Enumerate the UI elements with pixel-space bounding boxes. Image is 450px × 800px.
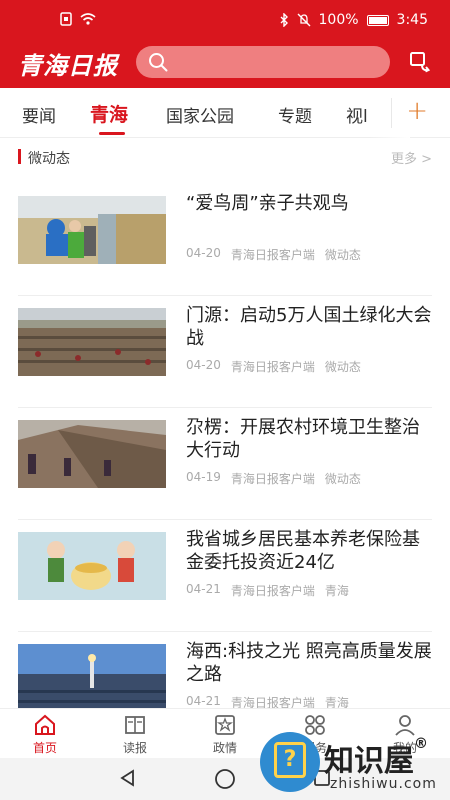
nav-home[interactable]: 首页 <box>15 713 75 756</box>
refresh-screen-icon[interactable] <box>408 50 432 74</box>
battery-percent: 100% <box>318 12 359 28</box>
news-date: 04-21 <box>186 582 221 596</box>
status-left <box>60 12 96 26</box>
news-thumbnail <box>18 644 166 712</box>
tab-national-park[interactable]: 国家公园 <box>166 102 234 127</box>
tabs-divider <box>391 98 392 128</box>
government-icon <box>215 715 235 735</box>
news-thumbnail <box>18 532 166 600</box>
news-item[interactable]: “爱鸟周”亲子共观鸟 04-20 青海日报客户端 微动态 <box>18 184 432 296</box>
wifi-icon <box>80 13 96 25</box>
nav-government-label: 政情 <box>212 741 237 755</box>
mute-icon <box>297 13 311 27</box>
nav-read[interactable]: 读报 <box>105 713 165 756</box>
tab-qinghai[interactable]: 青海 <box>90 100 128 127</box>
news-date: 04-20 <box>186 246 221 260</box>
news-item[interactable]: 尕楞：开展农村环境卫生整治大行动 04-19 青海日报客户端 微动态 <box>18 408 432 520</box>
news-meta: 04-20 青海日报客户端 微动态 <box>186 246 361 263</box>
tab-special[interactable]: 专题 <box>278 102 312 127</box>
news-tag: 微动态 <box>324 360 361 374</box>
home-circle-icon[interactable] <box>214 768 236 790</box>
news-date: 04-19 <box>186 470 221 484</box>
news-title: 我省城乡居民基本养老保险基金委托投资近24亿 <box>186 529 420 573</box>
news-title: “爱鸟周”亲子共观鸟 <box>186 193 349 214</box>
tab-yaowen[interactable]: 要闻 <box>22 102 56 127</box>
news-meta: 04-20 青海日报客户端 微动态 <box>186 358 361 375</box>
clock: 3:45 <box>396 12 428 28</box>
add-channel-button[interactable]: + <box>406 96 428 126</box>
app-logo: 青海日报 <box>18 51 118 80</box>
more-link[interactable]: 更多 > <box>391 148 432 167</box>
section-title: 微动态 <box>28 151 70 167</box>
tabs-fade <box>370 88 410 138</box>
news-item[interactable]: 门源：启动5万人国土绿化大会战 04-20 青海日报客户端 微动态 <box>18 296 432 408</box>
app-header: 100% 3:45 青海日报 <box>0 0 450 88</box>
sim-icon <box>60 12 72 26</box>
news-source: 青海日报客户端 <box>230 360 315 374</box>
nav-read-label: 读报 <box>122 741 147 755</box>
news-thumbnail <box>18 420 166 488</box>
home-icon <box>35 714 55 735</box>
news-tag: 微动态 <box>324 472 361 486</box>
news-tag: 青海 <box>324 584 349 598</box>
status-bar: 100% 3:45 <box>0 0 450 40</box>
back-icon[interactable] <box>118 768 138 788</box>
news-meta: 04-21 青海日报客户端 青海 <box>186 582 349 599</box>
news-thumbnail <box>18 196 166 264</box>
news-title: 尕楞：开展农村环境卫生整治大行动 <box>186 417 420 461</box>
news-source: 青海日报客户端 <box>230 584 315 598</box>
search-icon <box>149 53 168 72</box>
status-right: 100% 3:45 <box>279 12 428 28</box>
section-header: 微动态 更多 > <box>18 146 432 168</box>
nav-home-label: 首页 <box>32 741 57 755</box>
watermark: ? 知识屋® zhishiwu.com <box>260 732 450 800</box>
news-source: 青海日报客户端 <box>230 248 315 262</box>
news-date: 04-20 <box>186 358 221 372</box>
news-tag: 微动态 <box>324 248 361 262</box>
watermark-badge: ? <box>260 732 320 792</box>
watermark-url: zhishiwu.com <box>330 776 437 792</box>
news-item[interactable]: 我省城乡居民基本养老保险基金委托投资近24亿 04-21 青海日报客户端 青海 <box>18 520 432 632</box>
bluetooth-icon <box>280 13 288 27</box>
news-title: 门源：启动5万人国土绿化大会战 <box>186 305 432 349</box>
news-title: 海西:科技之光 照亮高质量发展之路 <box>186 641 432 685</box>
search-input[interactable] <box>136 46 390 78</box>
battery-icon <box>366 14 389 26</box>
newspaper-icon <box>125 716 145 734</box>
section-accent-bar <box>18 149 21 164</box>
nav-government[interactable]: 政情 <box>195 713 255 756</box>
news-thumbnail <box>18 308 166 376</box>
news-source: 青海日报客户端 <box>230 472 315 486</box>
active-tab-indicator <box>99 132 125 135</box>
tab-video[interactable]: 视l <box>346 102 368 127</box>
watermark-title: 知识屋 <box>324 744 414 779</box>
watermark-reg: ® <box>414 736 428 752</box>
watermark-text: 知识屋® <box>324 736 428 780</box>
question-icon: ? <box>274 742 306 778</box>
news-meta: 04-19 青海日报客户端 微动态 <box>186 470 361 487</box>
channel-tabs: 要闻 青海 国家公园 专题 视l + <box>0 88 450 138</box>
